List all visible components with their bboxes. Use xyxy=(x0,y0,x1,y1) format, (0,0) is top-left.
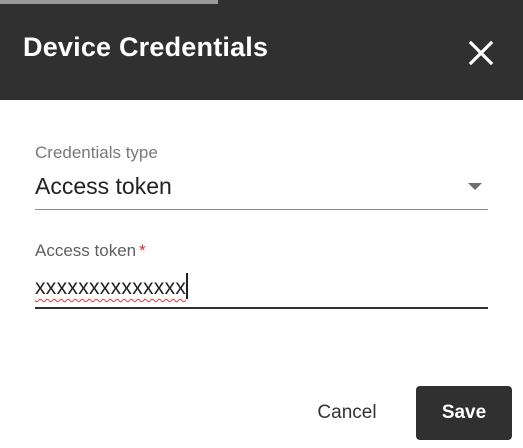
dialog-title: Device Credentials xyxy=(23,32,269,62)
credentials-type-select[interactable]: Credentials type Access token xyxy=(35,143,488,213)
device-credentials-dialog: Device Credentials Credentials type Acce… xyxy=(0,0,523,448)
text-caret xyxy=(186,273,188,299)
required-marker: * xyxy=(139,241,146,260)
save-button[interactable]: Save xyxy=(416,386,512,440)
dialog-header: Device Credentials xyxy=(0,4,523,100)
chevron-down-icon[interactable] xyxy=(468,183,482,190)
cancel-button[interactable]: Cancel xyxy=(298,389,396,437)
credentials-type-value: Access token xyxy=(35,173,172,199)
close-icon xyxy=(468,40,494,66)
access-token-label: Access token * xyxy=(35,241,146,261)
credentials-type-underline xyxy=(35,209,488,210)
access-token-field[interactable]: Access token * xxxxxxxxxxxxxx xyxy=(35,241,488,311)
close-button[interactable] xyxy=(462,34,500,72)
access-token-value: xxxxxxxxxxxxxx xyxy=(35,276,187,299)
credentials-type-label: Credentials type xyxy=(35,143,158,162)
access-token-input[interactable]: xxxxxxxxxxxxxx xyxy=(35,273,188,300)
access-token-underline xyxy=(35,307,488,309)
access-token-label-text: Access token xyxy=(35,241,137,260)
